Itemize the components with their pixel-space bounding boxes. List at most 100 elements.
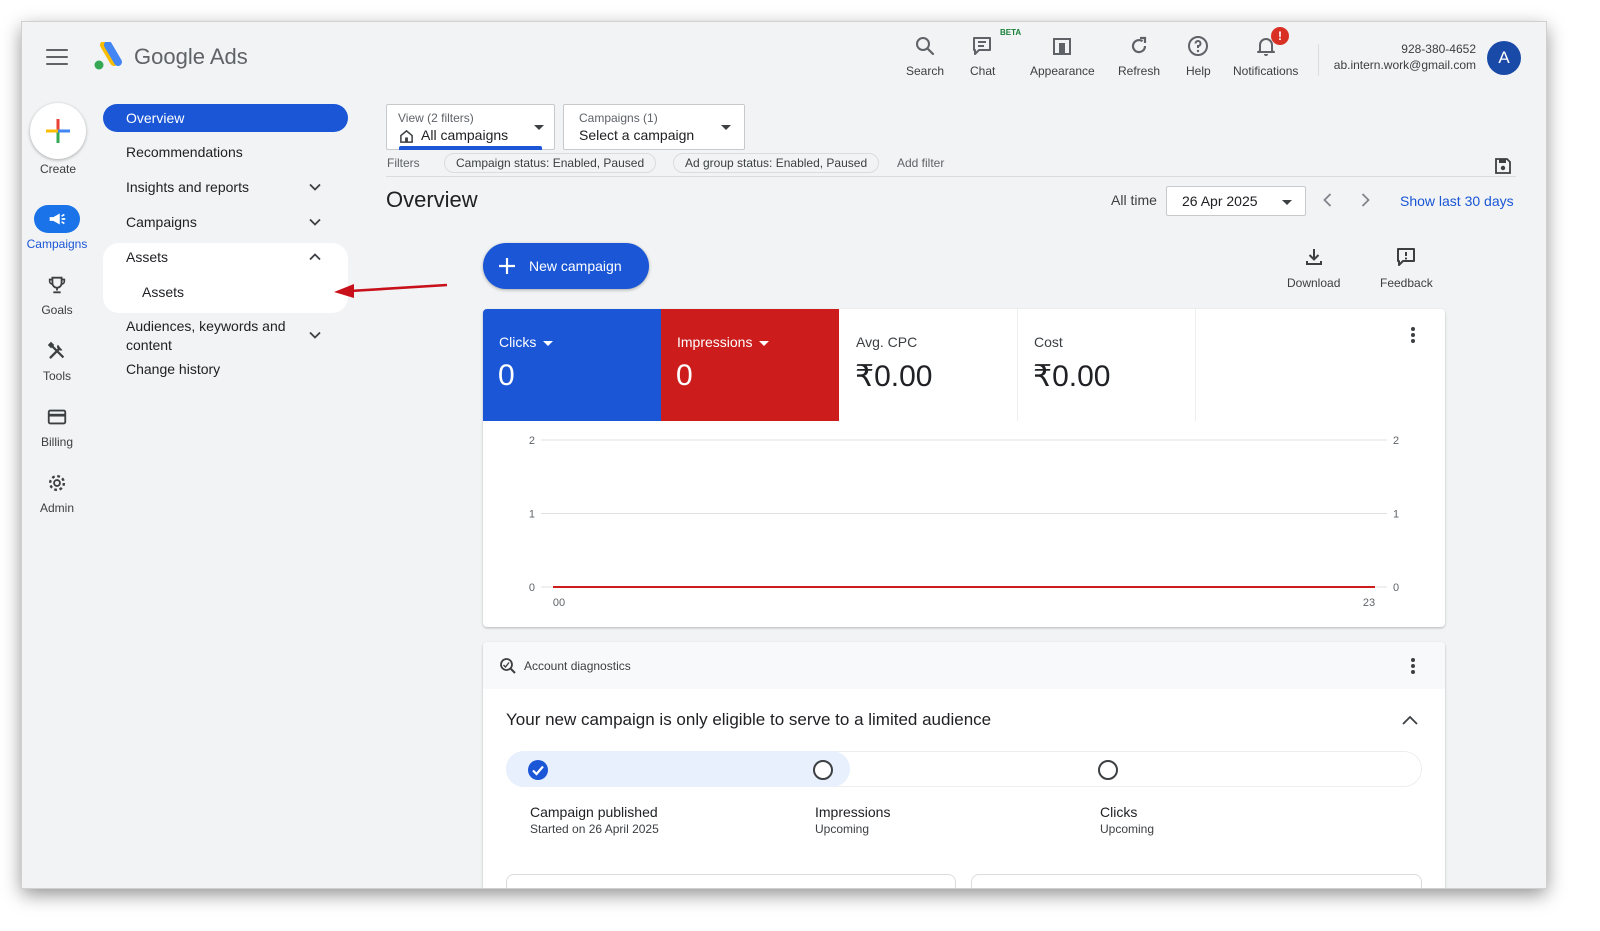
show-last-30-days-link[interactable]: Show last 30 days <box>1400 193 1514 209</box>
chart-y-tick-right: 2 <box>1393 435 1399 447</box>
rail-item-billing[interactable]: Billing <box>22 403 92 449</box>
diagnostics-subcard <box>971 874 1422 888</box>
filter-divider <box>386 176 1516 177</box>
metric-cost-label: Cost <box>1034 334 1063 350</box>
gear-icon <box>48 474 66 492</box>
chart-y-tick-left: 1 <box>529 509 535 521</box>
notifications-label: Notifications <box>1233 64 1299 78</box>
appearance-icon <box>1053 38 1072 55</box>
feedback-button[interactable]: Feedback <box>1380 246 1433 290</box>
rail-item-campaigns[interactable]: Campaigns <box>22 205 92 251</box>
date-range-select[interactable]: 26 Apr 2025 <box>1166 186 1306 216</box>
chart-x-tick: 23 <box>1363 597 1375 609</box>
trophy-icon <box>48 276 66 294</box>
nav-item-campaigns[interactable]: Campaigns <box>103 208 348 236</box>
chat-button[interactable]: Chat <box>970 32 995 84</box>
create-button[interactable] <box>30 103 86 159</box>
nav-item-insights-and-reports[interactable]: Insights and reports <box>103 173 348 201</box>
new-campaign-button[interactable]: New campaign <box>483 243 649 289</box>
metric-clicks-value: 0 <box>498 359 515 392</box>
metric-avg-cpc[interactable]: Avg. CPC ₹0.00 <box>840 309 1018 421</box>
add-filter-button[interactable]: Add filter <box>897 156 944 170</box>
metric-cost[interactable]: Cost ₹0.00 <box>1018 309 1196 421</box>
nav-item-overview[interactable]: Overview <box>103 104 348 132</box>
metric-clicks[interactable]: Clicks 0 <box>483 309 661 421</box>
search-button[interactable]: Search <box>906 32 944 84</box>
nav-item-change-history[interactable]: Change history <box>103 355 348 383</box>
performance-card: Clicks 0 Impressions 0 Avg. CPC ₹0.00 Co… <box>483 309 1445 627</box>
nav-label-recommendations: Recommendations <box>126 144 243 160</box>
step-impressions-circle <box>813 760 833 780</box>
metric-impressions-label: Impressions <box>677 334 753 350</box>
performance-chart: 2 21 10 000 23 <box>529 435 1399 609</box>
nav-item-recommendations[interactable]: Recommendations <box>103 138 348 166</box>
rail-item-tools[interactable]: Tools <box>22 337 92 383</box>
nav-item-audiences[interactable]: Audiences, keywords and content <box>103 315 348 355</box>
more-options-icon[interactable] <box>1408 325 1418 345</box>
save-icon[interactable] <box>1493 156 1513 176</box>
account-email: ab.intern.work@gmail.com <box>1333 58 1476 72</box>
chevron-up-icon[interactable] <box>1401 712 1419 730</box>
notifications-button[interactable]: Notifications <box>1233 32 1298 84</box>
app-window: Google Ads Search Chat BETA Appearance R… <box>22 22 1546 888</box>
refresh-label: Refresh <box>1118 64 1161 78</box>
chevron-left-icon[interactable] <box>1318 190 1338 210</box>
rail-item-goals[interactable]: Goals <box>22 271 92 317</box>
download-button[interactable]: Download <box>1287 246 1340 290</box>
chat-icon <box>972 37 991 55</box>
check-icon <box>532 765 544 776</box>
dropdown-arrow-icon <box>721 125 731 130</box>
diagnostics-message: Your new campaign is only eligible to se… <box>506 710 992 729</box>
create-label: Create <box>39 162 77 176</box>
page-title: Overview <box>386 187 478 212</box>
search-icon <box>916 37 935 56</box>
chart-y-tick-left: 0 <box>529 582 535 594</box>
nav-item-assets[interactable]: Assets <box>103 243 348 271</box>
download-label: Download <box>1287 276 1341 290</box>
rail-label-tools: Tools <box>42 369 71 383</box>
new-campaign-label: New campaign <box>529 258 622 274</box>
diagnostics-title: Account diagnostics <box>524 659 631 673</box>
appearance-button[interactable]: Appearance <box>1030 32 1095 84</box>
filter-chip-ad-group-status[interactable]: Ad group status: Enabled, Paused <box>673 153 880 173</box>
view-filter-dropdown[interactable]: View (2 filters) All campaigns <box>386 104 555 150</box>
appearance-label: Appearance <box>1030 64 1095 78</box>
nav-subitem-assets[interactable]: Assets <box>103 278 348 306</box>
main-menu-button[interactable] <box>44 46 70 68</box>
step-clicks-name: Clicks <box>1100 804 1138 820</box>
date-range-label: All time <box>1111 192 1157 208</box>
home-icon <box>400 129 413 143</box>
filter-chip-campaign-status[interactable]: Campaign status: Enabled, Paused <box>444 153 657 173</box>
metric-avg-cpc-label: Avg. CPC <box>856 334 918 350</box>
search-label: Search <box>906 64 945 78</box>
chart-y-tick-right: 0 <box>1393 582 1399 594</box>
rail-label-campaigns: Campaigns <box>26 237 88 251</box>
feedback-icon <box>1397 248 1416 266</box>
feedback-label: Feedback <box>1380 276 1433 290</box>
dropdown-arrow-icon <box>759 340 770 346</box>
help-button[interactable]: Help <box>1186 32 1211 84</box>
step-impressions-sub: Upcoming <box>815 822 870 836</box>
active-tab-indicator <box>399 146 542 150</box>
rail-item-admin[interactable]: Admin <box>22 469 92 515</box>
credit-card-icon <box>47 409 67 425</box>
more-options-icon[interactable] <box>1408 656 1418 676</box>
annotation-arrow-icon <box>334 283 448 298</box>
download-icon <box>1305 249 1322 265</box>
filters-label: Filters <box>387 156 420 170</box>
chevron-down-icon <box>309 218 321 226</box>
avatar[interactable]: A <box>1487 41 1521 75</box>
plus-icon <box>499 258 515 274</box>
date-range-value: 26 Apr 2025 <box>1182 193 1258 209</box>
chart-x-tick: 00 <box>553 597 565 609</box>
chevron-right-icon[interactable] <box>1355 190 1375 210</box>
campaign-selector-value: Select a campaign <box>579 127 695 143</box>
refresh-button[interactable]: Refresh <box>1118 32 1160 84</box>
diagnostics-progress-fill <box>506 751 850 787</box>
step-impressions-name: Impressions <box>815 804 891 820</box>
metric-impressions[interactable]: Impressions 0 <box>661 309 839 421</box>
beta-badge: BETA <box>1000 28 1022 37</box>
view-filter-value: All campaigns <box>421 127 509 143</box>
campaign-selector-dropdown[interactable]: Campaigns (1) Select a campaign <box>563 104 745 150</box>
refresh-icon <box>1131 36 1147 54</box>
